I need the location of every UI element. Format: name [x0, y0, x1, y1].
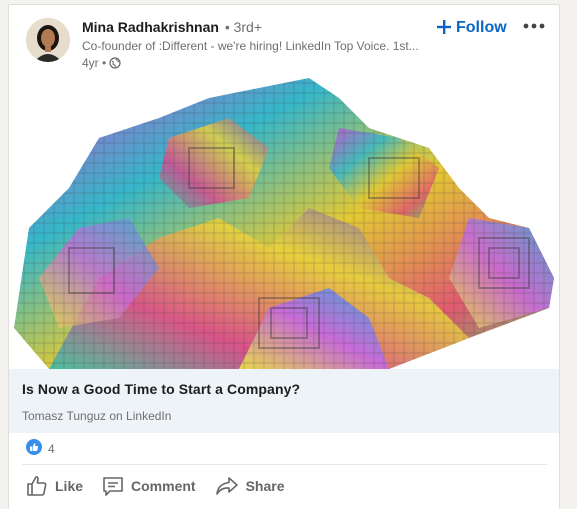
author-avatar[interactable] [26, 18, 70, 62]
social-counts[interactable]: 4 [26, 438, 55, 460]
connection-degree: • 3rd+ [224, 19, 263, 35]
comment-button[interactable]: Comment [99, 470, 198, 502]
follow-button[interactable]: Follow [437, 17, 507, 39]
share-label: Share [245, 478, 285, 494]
divider [22, 464, 547, 465]
post-age: 4yr • [82, 56, 107, 70]
article-title[interactable]: Is Now a Good Time to Start a Company? [22, 381, 300, 397]
follow-label: Follow [456, 19, 507, 36]
share-button[interactable]: Share [212, 470, 287, 502]
plus-icon [437, 18, 451, 38]
like-label: Like [55, 478, 84, 494]
reaction-count[interactable]: 4 [48, 442, 55, 456]
comment-label: Comment [131, 478, 196, 494]
globe-icon [109, 57, 121, 69]
feed-post-card: Mina Radhakrishnan • 3rd+ Co-founder of … [8, 4, 560, 509]
share-icon [214, 474, 240, 498]
post-header: Mina Radhakrishnan • 3rd+ Co-founder of … [9, 5, 559, 77]
author-name-row: Mina Radhakrishnan • 3rd+ [82, 19, 262, 35]
author-headline: Co-founder of :Different - we're hiring!… [82, 39, 419, 53]
ellipsis-icon[interactable] [523, 19, 545, 33]
comment-icon [101, 474, 125, 498]
article-link-preview[interactable]: Is Now a Good Time to Start a Company? T… [9, 369, 559, 433]
article-source: Tomasz Tunguz on LinkedIn [22, 409, 172, 423]
post-actions: Like Comment Share [23, 470, 287, 502]
thumbs-up-icon [25, 474, 49, 498]
author-name[interactable]: Mina Radhakrishnan [82, 19, 219, 35]
article-image[interactable] [9, 78, 559, 369]
like-reaction-icon [26, 438, 42, 460]
post-meta: 4yr • [82, 56, 121, 70]
like-button[interactable]: Like [23, 470, 85, 502]
